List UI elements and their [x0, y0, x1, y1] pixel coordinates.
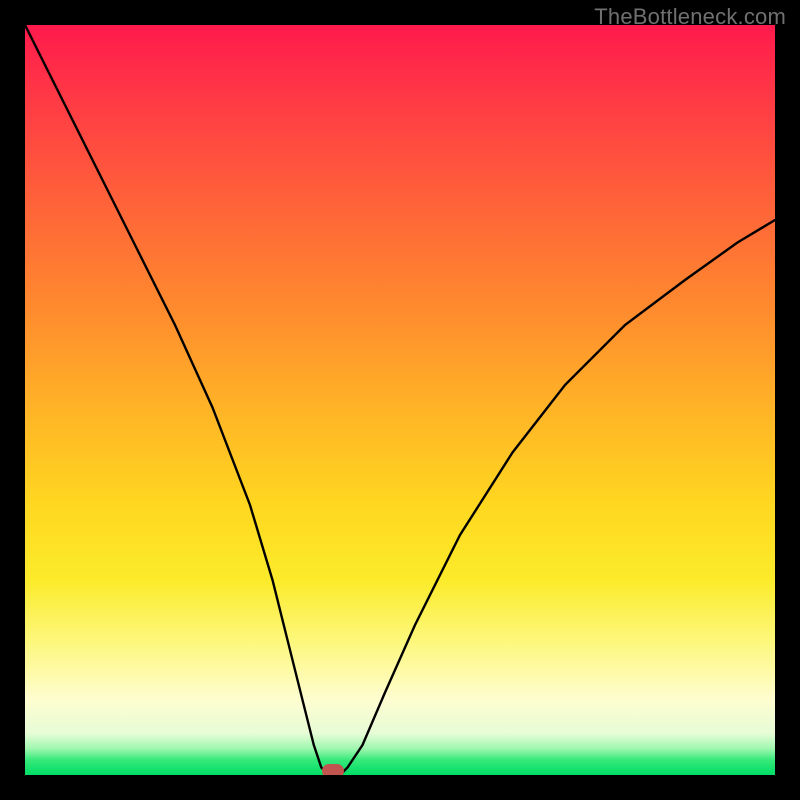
curve-path: [25, 25, 775, 775]
optimum-marker: [322, 764, 344, 775]
chart-frame: TheBottleneck.com: [0, 0, 800, 800]
bottleneck-curve: [25, 25, 775, 775]
plot-area: [25, 25, 775, 775]
watermark-text: TheBottleneck.com: [594, 4, 786, 30]
